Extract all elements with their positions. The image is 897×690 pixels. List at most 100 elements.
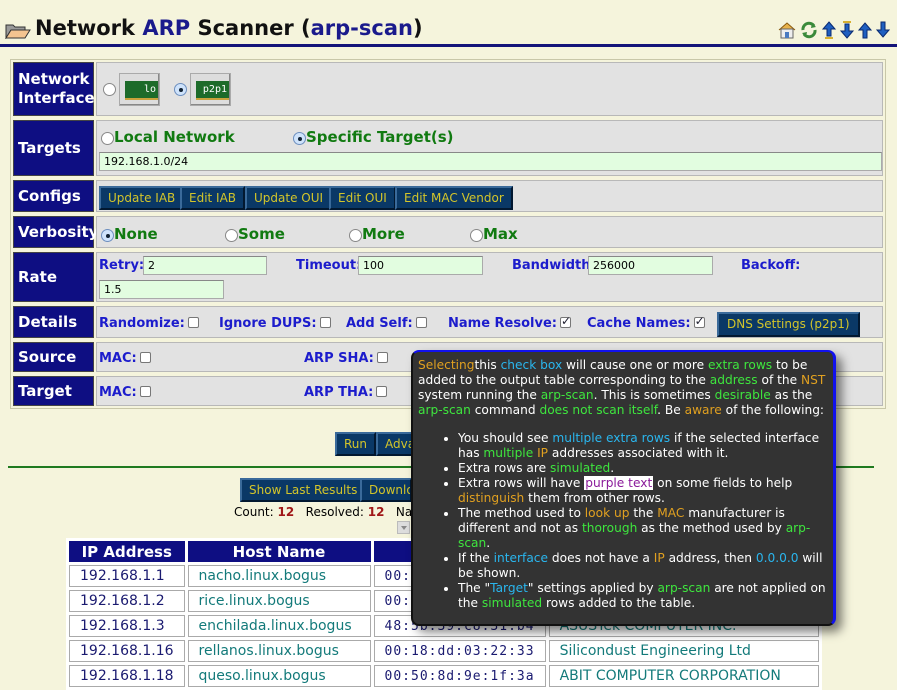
host-name-cell: rice.linux.bogus [187,590,371,612]
highlighted-text: multiple [483,446,534,460]
ip-cell: 192.168.1.2 [69,590,185,612]
ignore-dups-option[interactable]: Ignore DUPS: [219,316,331,331]
vendor-cell: Silicondust Engineering Ltd [548,640,819,662]
update-iab-button[interactable]: Update IAB [99,186,185,210]
retry-label: Retry: [99,258,145,273]
bandwidth-label: Bandwidth: [512,258,596,273]
highlighted-text: purple text [584,476,654,490]
source-mac-checkbox[interactable] [139,352,151,363]
verbosity-some-radio[interactable] [225,229,238,242]
show-last-results-button[interactable]: Show Last Results [240,478,367,502]
arp-tha-checkbox[interactable] [376,386,388,397]
refresh-icon[interactable] [799,20,819,40]
highlighted-text: arp-scan [657,581,711,595]
download-button[interactable]: Downlo [360,478,412,502]
title-arp-scan: arp-scan [310,16,413,40]
cache-names-option[interactable]: Cache Names: [587,314,705,331]
mac-cell: 00:18:dd:03:22:33 [373,640,546,662]
host-name-cell: queso.linux.bogus [187,665,371,687]
interface-lo-button[interactable]: lo [119,73,160,106]
highlighted-text: simulated [481,596,543,610]
verbosity-none-option[interactable]: None [101,225,158,243]
verbosity-max-radio[interactable] [470,229,483,242]
targets-input[interactable]: 192.168.1.0/24 [99,152,882,171]
randomize-option[interactable]: Randomize: [99,316,199,331]
tooltip-text: the [629,506,658,520]
column-dropdown[interactable] [397,521,410,534]
arp-tha-option[interactable]: ARP THA: [304,385,388,400]
verbosity-more-radio[interactable] [349,229,362,242]
randomize-checkbox[interactable] [187,317,199,328]
local-network-radio[interactable] [101,132,114,145]
nav-icons [777,20,891,40]
row-label: Target [13,376,94,406]
dns-settings-button[interactable]: DNS Settings (p2p1) [717,312,860,337]
row-label: Rate [13,252,94,302]
highlighted-text: multiple extra rows [552,431,671,445]
target-mac-checkbox[interactable] [139,386,151,397]
verbosity-max-option[interactable]: Max [470,225,518,243]
header-ip-address[interactable]: IP Address [69,541,185,562]
specific-targets-radio[interactable] [293,132,306,145]
arp-sha-checkbox[interactable] [376,352,388,363]
mac-cell: 00:50:8d:9e:1f:3a [373,665,546,687]
arp-sha-option[interactable]: ARP SHA: [304,351,388,366]
advanced-button[interactable]: Adva [376,432,416,456]
arrow-down-bottom-icon[interactable] [839,20,855,40]
verbosity-some-option[interactable]: Some [225,225,285,243]
table-row: 192.168.1.16 rellanos.linux.bogus 00:18:dd… [69,640,819,662]
arrow-down-icon[interactable] [875,20,891,40]
interface-name: lo [143,84,156,95]
target-mac-option[interactable]: MAC: [99,385,151,400]
home-icon[interactable] [777,20,797,40]
row-configs: Configs Update IAB Edit IAB Update OUI E… [11,178,885,214]
add-self-label: Add Self: [346,316,413,331]
verbosity-none-radio[interactable] [101,229,114,242]
arrow-up-icon[interactable] [857,20,873,40]
backoff-input[interactable]: 1.5 [99,280,224,299]
local-network-label: Local Network [114,128,235,146]
row-network-interface: Network Interface lo p2p1 [11,60,885,118]
edit-oui-button[interactable]: Edit OUI [329,186,396,210]
highlighted-text: extra rows [708,358,773,372]
cache-names-label: Cache Names: [587,316,691,331]
source-mac-option[interactable]: MAC: [99,351,151,366]
highlighted-text: MAC [657,506,685,520]
run-button[interactable]: Run [335,432,377,456]
count-label: Count: [234,505,274,519]
retry-input[interactable]: 2 [143,256,267,275]
timeout-input[interactable]: 100 [358,256,483,275]
bandwidth-input[interactable]: 256000 [588,256,713,275]
ip-cell: 192.168.1.16 [69,640,185,662]
verbosity-label: None [114,225,158,243]
row-label: Configs [13,180,94,212]
specific-targets-option[interactable]: Specific Target(s) [293,128,454,146]
highlighted-text: desirable [714,388,771,402]
cache-names-checkbox[interactable] [693,314,705,328]
interface-p2p1-button[interactable]: p2p1 [190,73,231,106]
name-resolve-checkbox[interactable] [559,314,571,328]
edit-iab-button[interactable]: Edit IAB [180,186,246,210]
local-network-option[interactable]: Local Network [101,128,235,146]
edit-mac-vendor-button[interactable]: Edit MAC Vendor [395,186,513,210]
arrow-up-top-icon[interactable] [821,20,837,40]
verbosity-more-option[interactable]: More [349,225,405,243]
tooltip-bullet: The method used to look up the MAC manuf… [458,506,827,551]
tooltip-text: on some fields to help [653,476,793,490]
add-self-checkbox[interactable] [415,317,427,328]
row-rate: Rate Retry: 2 Timeout: 100 Bandwidth: 25… [11,250,885,304]
interface-lo-radio[interactable] [103,83,116,96]
interface-options: lo p2p1 [96,62,883,116]
update-oui-button[interactable]: Update OUI [245,186,333,210]
header-host-name[interactable]: Host Name [187,541,371,562]
add-self-tooltip: Selectingthis check box will cause one o… [411,350,836,626]
interface-p2p1-radio[interactable] [174,83,187,96]
add-self-option[interactable]: Add Self: [346,316,427,331]
page-header: Network ARP Scanner (arp-scan) [0,14,897,47]
tooltip-text: . [610,461,615,475]
highlighted-text: IP [537,446,549,460]
ignore-dups-checkbox[interactable] [319,317,331,328]
tooltip-text: Extra rows will have [458,476,585,490]
name-resolve-option[interactable]: Name Resolve: [448,314,571,331]
highlighted-text: NST [801,373,826,387]
